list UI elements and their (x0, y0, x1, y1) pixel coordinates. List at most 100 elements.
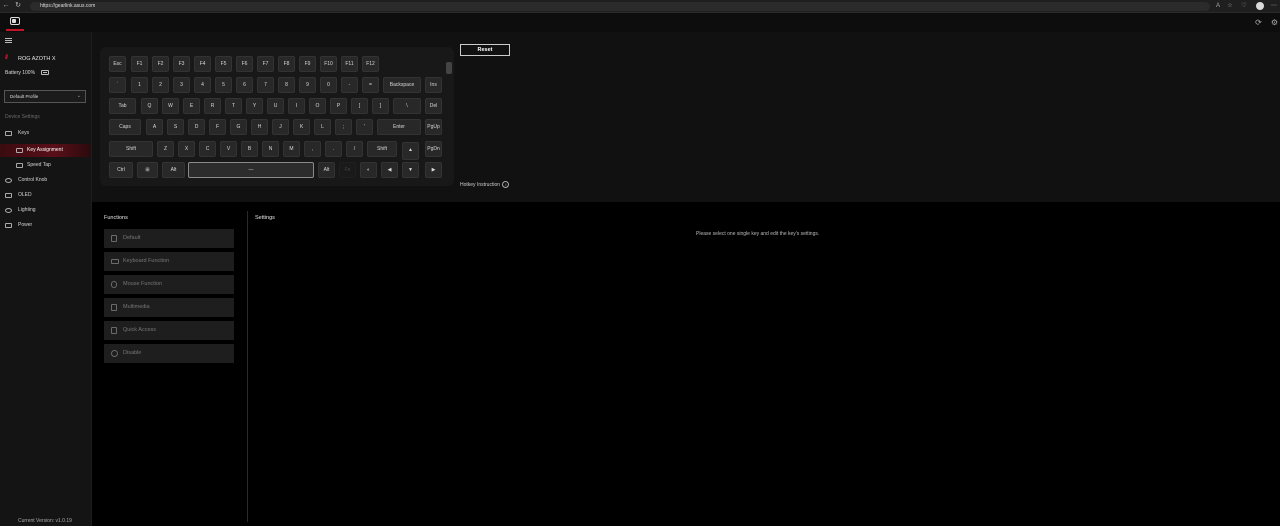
keyboard-scrollbar[interactable] (446, 62, 452, 74)
read-aloud-icon[interactable]: A (1214, 2, 1222, 10)
sidebar-item-lighting[interactable]: Lighting (0, 204, 91, 217)
key-2-0[interactable]: Tab (109, 98, 136, 114)
function-default[interactable]: Default (104, 229, 234, 248)
key-1-9[interactable]: 9 (299, 77, 316, 93)
key-3-7[interactable]: J (272, 119, 289, 135)
key-1-11[interactable]: - (341, 77, 358, 93)
key-2-6[interactable]: Y (246, 98, 263, 114)
key-2-9[interactable]: O (309, 98, 326, 114)
key-3-10[interactable]: ; (335, 119, 352, 135)
key-5-2[interactable]: Alt (162, 162, 185, 178)
key-2-1[interactable]: Q (141, 98, 158, 114)
key-3-9[interactable]: L (314, 119, 331, 135)
key-0-12[interactable]: F12 (362, 56, 379, 72)
key-0-5[interactable]: F5 (215, 56, 232, 72)
key-1-0[interactable]: ` (109, 77, 126, 93)
key-1-10[interactable]: 0 (320, 77, 337, 93)
key-5-5[interactable]: Fn (339, 162, 356, 178)
sync-icon[interactable]: ⟳ (1254, 18, 1263, 27)
key-1-5[interactable]: 5 (215, 77, 232, 93)
key-4-4[interactable]: V (220, 141, 237, 157)
function-mouse[interactable]: Mouse Function (104, 275, 234, 294)
key-4-9[interactable]: . (325, 141, 342, 157)
collections-icon[interactable]: ♡ (1240, 2, 1248, 10)
key-5-9[interactable]: ▶ (425, 162, 442, 178)
key-1-8[interactable]: 8 (278, 77, 295, 93)
key-3-13[interactable]: PgUp (425, 119, 442, 135)
key-1-12[interactable]: = (362, 77, 379, 93)
key-3-0[interactable]: Caps (109, 119, 141, 135)
key-2-8[interactable]: I (288, 98, 305, 114)
key-5-1[interactable]: ⊞ (137, 162, 158, 178)
key-4-12[interactable]: ▲ (402, 142, 419, 160)
key-1-3[interactable]: 3 (173, 77, 190, 93)
sidebar-item-power[interactable]: Power (0, 219, 91, 232)
key-0-11[interactable]: F11 (341, 56, 358, 72)
profile-avatar[interactable] (1256, 2, 1264, 10)
reset-button[interactable]: Reset (460, 44, 510, 56)
key-4-2[interactable]: X (178, 141, 195, 157)
key-4-1[interactable]: Z (157, 141, 174, 157)
key-4-13[interactable]: PgDn (425, 141, 442, 157)
sidebar-item-control-knob[interactable]: Control Knob (0, 174, 91, 187)
key-3-4[interactable]: F (209, 119, 226, 135)
key-2-2[interactable]: W (162, 98, 179, 114)
key-5-3[interactable]: — (188, 162, 314, 178)
key-2-7[interactable]: U (267, 98, 284, 114)
key-3-5[interactable]: G (230, 119, 247, 135)
key-2-14[interactable]: Del (425, 98, 442, 114)
key-4-10[interactable]: / (346, 141, 363, 157)
key-1-13[interactable]: Backspace (383, 77, 421, 93)
key-5-6[interactable]: ◐ (360, 162, 377, 178)
sidebar-item-oled[interactable]: OLED (0, 189, 91, 202)
key-0-10[interactable]: F10 (320, 56, 337, 72)
key-1-6[interactable]: 6 (236, 77, 253, 93)
key-1-1[interactable]: 1 (131, 77, 148, 93)
key-2-13[interactable]: \ (393, 98, 421, 114)
more-menu-icon[interactable]: ⋯ (1270, 2, 1278, 10)
device-tab[interactable] (6, 14, 24, 31)
key-3-1[interactable]: A (146, 119, 163, 135)
sidebar-item-speed-tap[interactable]: Speed Tap (0, 159, 91, 172)
key-4-7[interactable]: M (283, 141, 300, 157)
key-2-3[interactable]: E (183, 98, 200, 114)
back-arrow-icon[interactable]: ← (2, 2, 10, 10)
key-3-12[interactable]: Enter (377, 119, 421, 135)
function-quick-access[interactable]: Quick Access (104, 321, 234, 340)
sidebar-item-key-assignment[interactable]: Key Assignment (0, 144, 91, 157)
function-multimedia[interactable]: Multimedia (104, 298, 234, 317)
key-0-8[interactable]: F8 (278, 56, 295, 72)
key-0-9[interactable]: F9 (299, 56, 316, 72)
key-1-7[interactable]: 7 (257, 77, 274, 93)
key-2-5[interactable]: T (225, 98, 242, 114)
favorite-star-icon[interactable]: ☆ (1226, 2, 1234, 10)
key-5-7[interactable]: ◀ (381, 162, 398, 178)
profile-dropdown[interactable]: Default Profile ⌄ (4, 90, 86, 103)
key-3-2[interactable]: S (167, 119, 184, 135)
function-keyboard[interactable]: Keyboard Function (104, 252, 234, 271)
key-2-4[interactable]: R (204, 98, 221, 114)
key-0-2[interactable]: F2 (152, 56, 169, 72)
key-5-4[interactable]: Alt (318, 162, 335, 178)
key-3-6[interactable]: H (251, 119, 268, 135)
key-3-11[interactable]: ' (356, 119, 373, 135)
key-2-10[interactable]: P (330, 98, 347, 114)
address-bar[interactable]: https://gearlink.asus.com (30, 2, 1210, 11)
key-1-2[interactable]: 2 (152, 77, 169, 93)
key-1-14[interactable]: Ins (425, 77, 442, 93)
gear-icon[interactable]: ⚙ (1270, 18, 1279, 27)
key-0-4[interactable]: F4 (194, 56, 211, 72)
key-4-0[interactable]: Shift (109, 141, 153, 157)
key-4-3[interactable]: C (199, 141, 216, 157)
key-0-0[interactable]: Esc (109, 56, 126, 72)
refresh-icon[interactable]: ↻ (14, 2, 22, 10)
key-3-8[interactable]: K (293, 119, 310, 135)
key-4-6[interactable]: N (262, 141, 279, 157)
sidebar-item-keys[interactable]: Keys (0, 127, 91, 140)
key-0-7[interactable]: F7 (257, 56, 274, 72)
key-3-3[interactable]: D (188, 119, 205, 135)
key-1-4[interactable]: 4 (194, 77, 211, 93)
key-5-8[interactable]: ▼ (402, 162, 419, 178)
key-0-1[interactable]: F1 (131, 56, 148, 72)
key-0-6[interactable]: F6 (236, 56, 253, 72)
